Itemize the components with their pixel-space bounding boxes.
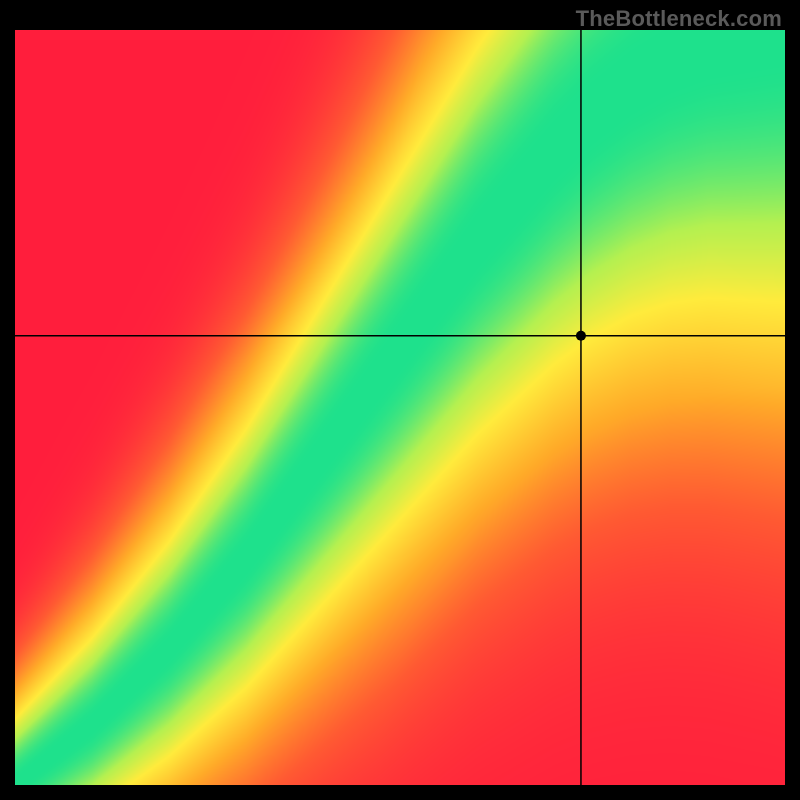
heatmap-plot — [15, 30, 785, 785]
heatmap-canvas — [15, 30, 785, 785]
chart-container: TheBottleneck.com — [0, 0, 800, 800]
watermark-text: TheBottleneck.com — [576, 6, 782, 32]
